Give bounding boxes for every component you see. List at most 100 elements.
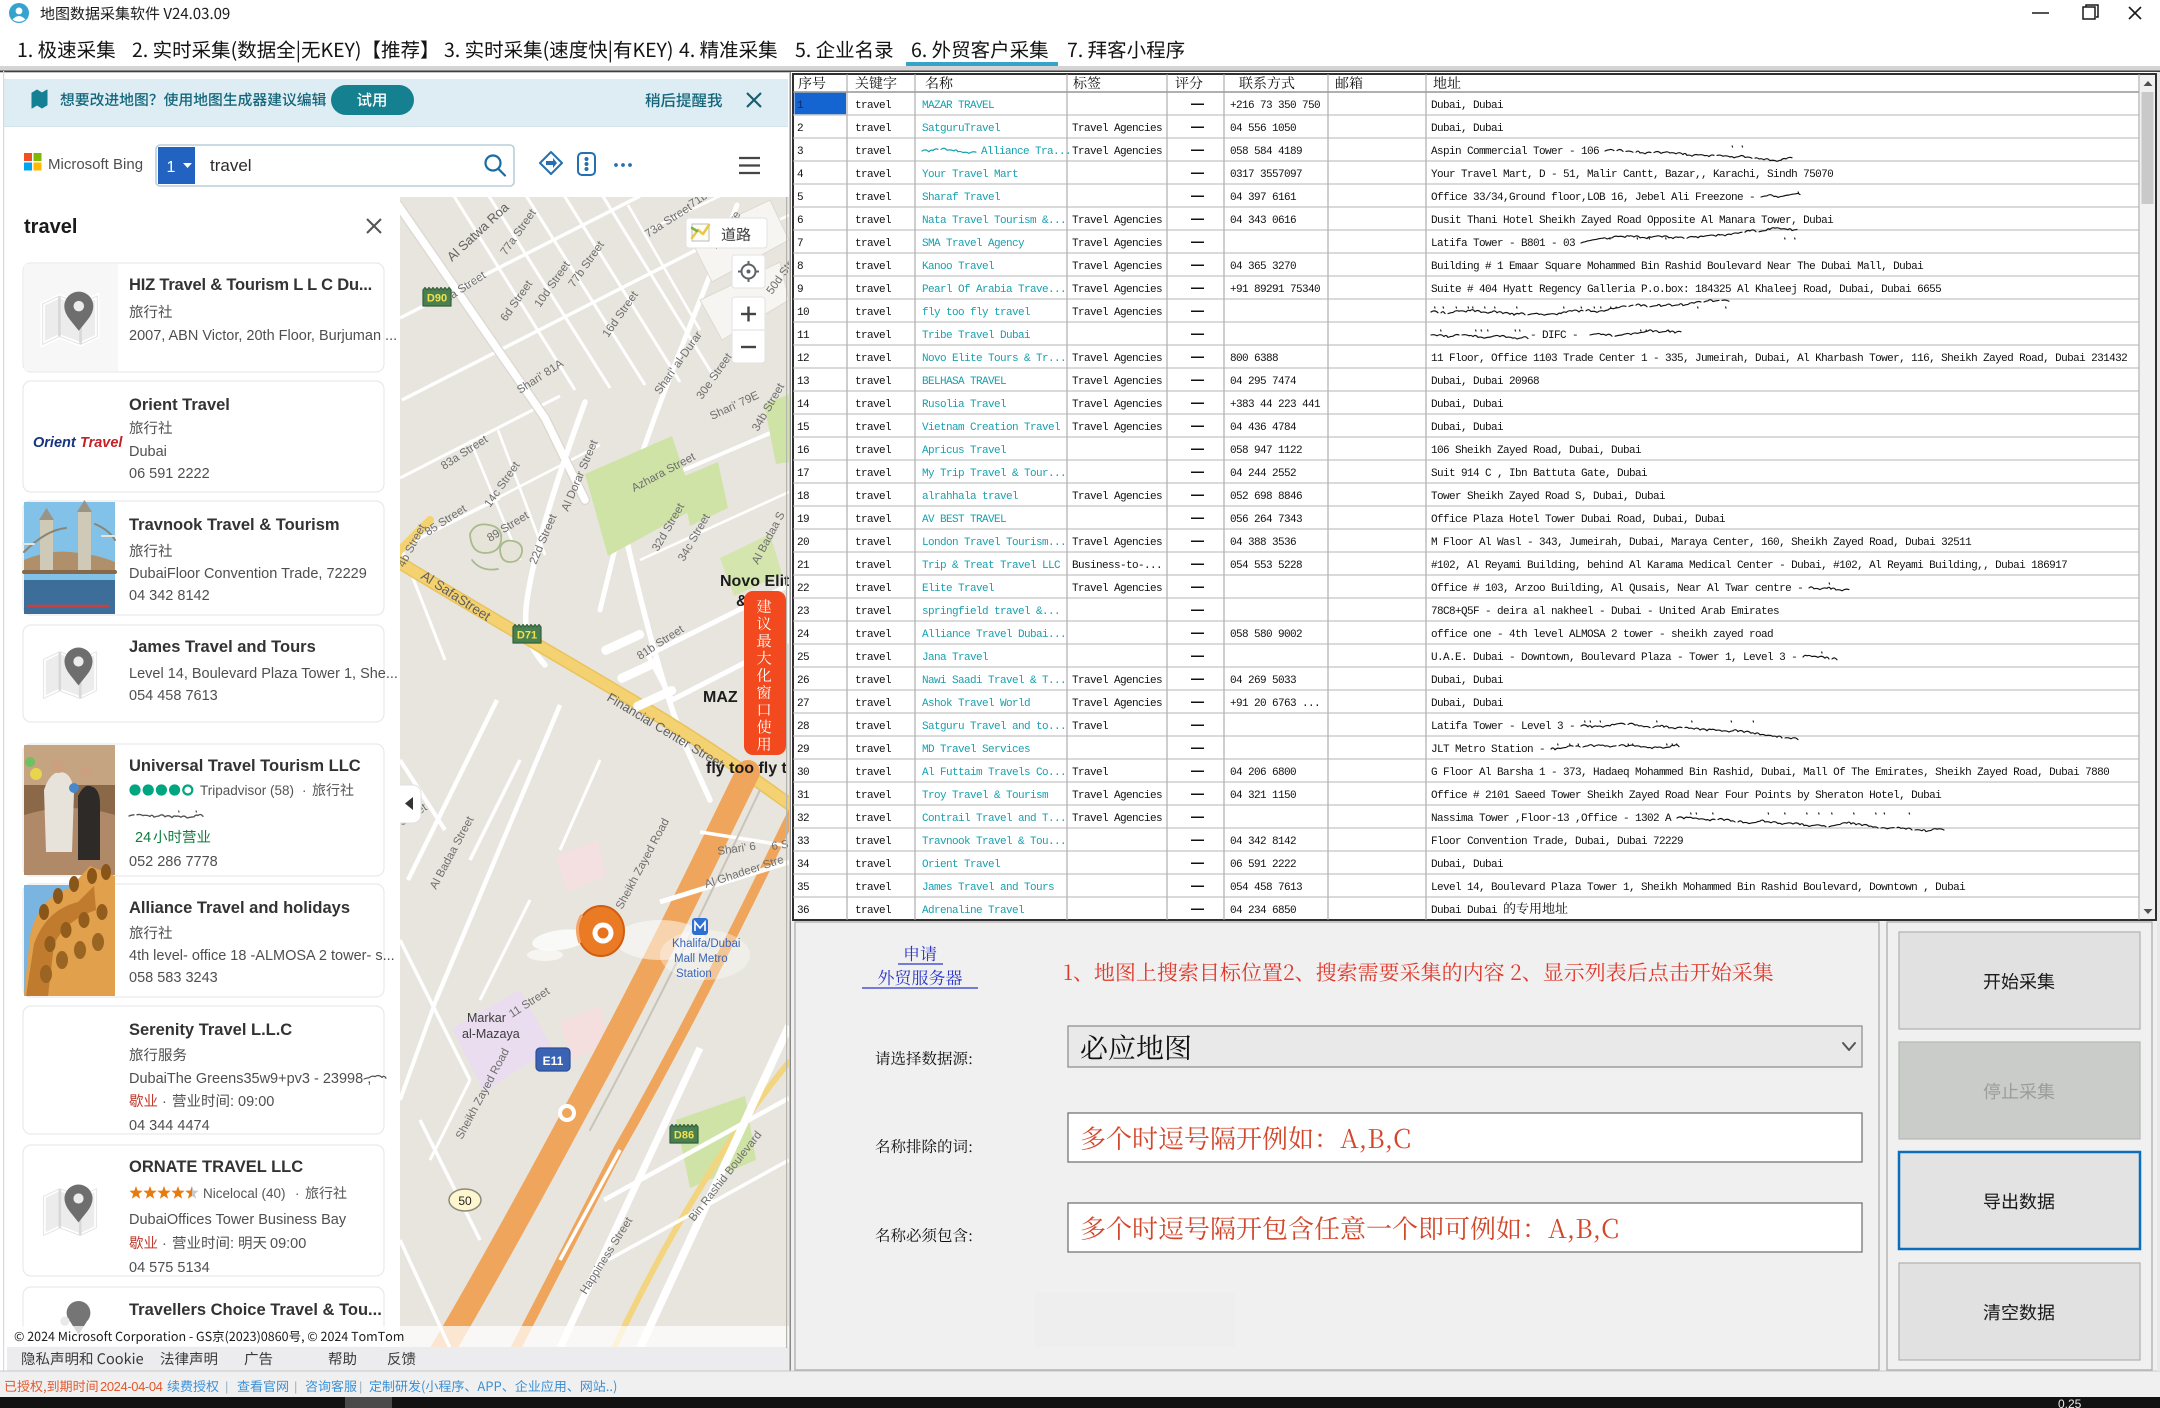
- svg-text:04 343 0616: 04 343 0616: [1230, 215, 1296, 227]
- svg-text:travel: travel: [855, 767, 891, 779]
- svg-text:D90: D90: [427, 293, 447, 305]
- svg-text:Travel Agencies: Travel Agencies: [1072, 399, 1162, 411]
- svg-text:04 342 8142: 04 342 8142: [129, 588, 210, 604]
- svg-text:Nicelocal (40): Nicelocal (40): [203, 1186, 286, 1201]
- svg-text:U.A.E. Dubai - Downtown, Boule: U.A.E. Dubai - Downtown, Boulevard Plaza…: [1431, 652, 1797, 664]
- svg-text:- DIFC -: - DIFC -: [1530, 330, 1578, 342]
- svg-text:7: 7: [797, 238, 803, 250]
- svg-text:Travel: Travel: [1072, 721, 1108, 733]
- svg-text:22: 22: [797, 583, 809, 595]
- svg-text:Aspin Commercial Tower - 106: Aspin Commercial Tower - 106: [1431, 146, 1599, 158]
- svg-text:Latifa Tower - Level 3 -: Latifa Tower - Level 3 -: [1431, 721, 1575, 733]
- svg-text:054 458 7613: 054 458 7613: [1230, 882, 1302, 894]
- svg-text:21: 21: [797, 560, 810, 572]
- svg-text:Suite # 404 Hyatt Regency Gall: Suite # 404 Hyatt Regency Galleria P.o.b…: [1431, 284, 1941, 296]
- svg-text:04 556 1050: 04 556 1050: [1230, 123, 1296, 135]
- svg-text:Travel Agencies: Travel Agencies: [1072, 698, 1162, 710]
- svg-text:Jana Travel: Jana Travel: [922, 652, 988, 664]
- svg-text:27: 27: [797, 698, 809, 710]
- svg-text:Dubai, Dubai: Dubai, Dubai: [1431, 859, 1504, 871]
- svg-text:04 436 4784: 04 436 4784: [1230, 422, 1297, 434]
- svg-text:Dubai, Dubai: Dubai, Dubai: [1431, 399, 1504, 411]
- svg-text:Satguru Travel and to...: Satguru Travel and to...: [922, 721, 1066, 733]
- svg-text:11 Floor, Office 1103 Trade Ce: 11 Floor, Office 1103 Trade Center 1 - 3…: [1431, 353, 2127, 365]
- svg-text:Orient Travel: Orient Travel: [922, 859, 1000, 871]
- svg-text:Suit 914 C , Ibn Battuta Gate,: Suit 914 C , Ibn Battuta Gate, Dubai: [1431, 468, 1648, 480]
- svg-text:·: ·: [302, 783, 307, 798]
- svg-text:SatguruTravel: SatguruTravel: [922, 123, 1000, 135]
- svg-text:travel: travel: [855, 192, 891, 204]
- svg-text:#102, Al Reyami Building, behi: #102, Al Reyami Building, behind Al Kara…: [1431, 560, 2067, 572]
- svg-text:travel: travel: [855, 307, 891, 319]
- svg-text:4th level- office 18 -ALMOSA 2: 4th level- office 18 -ALMOSA 2 tower- s.…: [129, 948, 395, 964]
- svg-text:travel: travel: [855, 445, 891, 457]
- svg-text:04 342 8142: 04 342 8142: [1230, 836, 1296, 848]
- svg-text:travel: travel: [855, 629, 891, 641]
- svg-text:04 234 6850: 04 234 6850: [1230, 905, 1296, 917]
- svg-text:Kanoo Travel: Kanoo Travel: [922, 261, 994, 273]
- svg-text:·: ·: [162, 1236, 167, 1252]
- svg-text:Rusolia Travel: Rusolia Travel: [922, 399, 1006, 411]
- svg-text:fly too fly travel: fly too fly travel: [922, 307, 1030, 319]
- svg-text:D86: D86: [674, 1130, 694, 1142]
- svg-text:054 553 5228: 054 553 5228: [1230, 560, 1302, 572]
- svg-text:Dusit Thani Hotel Sheikh Zayed: Dusit Thani Hotel Sheikh Zayed Road Oppo…: [1431, 215, 1834, 227]
- svg-text:Travel Agencies: Travel Agencies: [1072, 215, 1162, 227]
- svg-text:Level 14, Boulevard Plaza Towe: Level 14, Boulevard Plaza Tower 1, She..…: [129, 666, 398, 682]
- svg-text:E11: E11: [543, 1054, 564, 1068]
- svg-text:travel: travel: [855, 583, 891, 595]
- svg-text:Dubai, Dubai: Dubai, Dubai: [1431, 675, 1504, 687]
- svg-text:056 264 7343: 056 264 7343: [1230, 514, 1302, 526]
- svg-text:Dubai: Dubai: [129, 444, 167, 460]
- svg-text:travel: travel: [855, 353, 891, 365]
- svg-text:office one - 4th level ALMOSA: office one - 4th level ALMOSA 2 tower - …: [1431, 629, 1773, 641]
- svg-text:Dubai, Dubai: Dubai, Dubai: [1431, 698, 1504, 710]
- svg-text:Travel Agencies: Travel Agencies: [1072, 307, 1162, 319]
- svg-text:springfield travel &...: springfield travel &...: [922, 606, 1060, 618]
- svg-text:04 365 3270: 04 365 3270: [1230, 261, 1296, 273]
- svg-text:+216 73 350 750: +216 73 350 750: [1230, 100, 1320, 112]
- svg-text:20: 20: [797, 537, 809, 549]
- svg-text:28: 28: [797, 721, 809, 733]
- svg-text:04 397 6161: 04 397 6161: [1230, 192, 1297, 204]
- svg-text:travel: travel: [855, 100, 891, 112]
- svg-text:DubaiFloor Convention Trade, 7: DubaiFloor Convention Trade, 72229: [129, 566, 367, 582]
- svg-text:Travel Agencies: Travel Agencies: [1072, 491, 1162, 503]
- svg-text:HIZ Travel & Tourism L L C Du.: HIZ Travel & Tourism L L C Du...: [129, 276, 372, 294]
- svg-text:Mall Metro: Mall Metro: [674, 953, 728, 965]
- svg-text:travel: travel: [855, 652, 891, 664]
- svg-text:G Floor Al Barsha 1 - 373, Had: G Floor Al Barsha 1 - 373, Hadaeq Mohamm…: [1431, 767, 2109, 779]
- svg-text:Universal Travel Tourism LLC: Universal Travel Tourism LLC: [129, 757, 361, 775]
- svg-text:travel: travel: [855, 721, 891, 733]
- svg-text:travel: travel: [855, 284, 891, 296]
- svg-text:Nassima Tower ,Floor-13 ,Offic: Nassima Tower ,Floor-13 ,Office - 1302 A: [1431, 813, 1672, 825]
- svg-text:BELHASA TRAVEL: BELHASA TRAVEL: [922, 376, 1006, 388]
- svg-text:34: 34: [797, 859, 810, 871]
- svg-text:058 580 9002: 058 580 9002: [1230, 629, 1302, 641]
- svg-text:+91 20 6763 ...: +91 20 6763 ...: [1230, 698, 1320, 710]
- svg-text:M Floor Al Wasl - 343, Jumeira: M Floor Al Wasl - 343, Jumeirah, Dubai, …: [1431, 537, 1972, 549]
- svg-text:04 206 6800: 04 206 6800: [1230, 767, 1296, 779]
- svg-text:travel: travel: [855, 905, 891, 917]
- svg-text:Travel Agencies: Travel Agencies: [1072, 790, 1162, 802]
- svg-text:|: |: [359, 1379, 362, 1394]
- svg-text:travel: travel: [855, 215, 891, 227]
- svg-text:MAZ: MAZ: [703, 689, 738, 706]
- svg-text:106 Sheikh Zayed Road, Dubai,: 106 Sheikh Zayed Road, Dubai, Dubai: [1431, 445, 1642, 457]
- svg-text:Your Travel Mart, D - 51, Mali: Your Travel Mart, D - 51, Malir Cantt, B…: [1431, 169, 1833, 181]
- svg-text:Novo Elite Tours & Tr...: Novo Elite Tours & Tr...: [922, 353, 1066, 365]
- svg-text:Office Plaza Hotel Tower Dubai: Office Plaza Hotel Tower Dubai Road, Dub…: [1431, 514, 1726, 526]
- svg-text:052 698 8846: 052 698 8846: [1230, 491, 1302, 503]
- svg-text:Microsoft Bing: Microsoft Bing: [48, 156, 143, 173]
- svg-text:Travel Agencies: Travel Agencies: [1072, 583, 1162, 595]
- svg-text:Floor Convention Trade, Dubai,: Floor Convention Trade, Dubai, Dubai 722…: [1431, 836, 1683, 848]
- svg-text:058 947 1122: 058 947 1122: [1230, 445, 1302, 457]
- svg-text:Business-to-...: Business-to-...: [1072, 560, 1162, 572]
- svg-text:|: |: [225, 1379, 228, 1394]
- svg-text:78C8+Q5F - deira al nakheel -: 78C8+Q5F - deira al nakheel - Dubai - Un…: [1431, 606, 1779, 618]
- svg-text:19: 19: [797, 514, 809, 526]
- svg-text:36: 36: [797, 905, 809, 917]
- svg-text:SMA Travel Agency: SMA Travel Agency: [922, 238, 1025, 250]
- svg-text:travel: travel: [855, 491, 891, 503]
- svg-text:3: 3: [797, 146, 803, 158]
